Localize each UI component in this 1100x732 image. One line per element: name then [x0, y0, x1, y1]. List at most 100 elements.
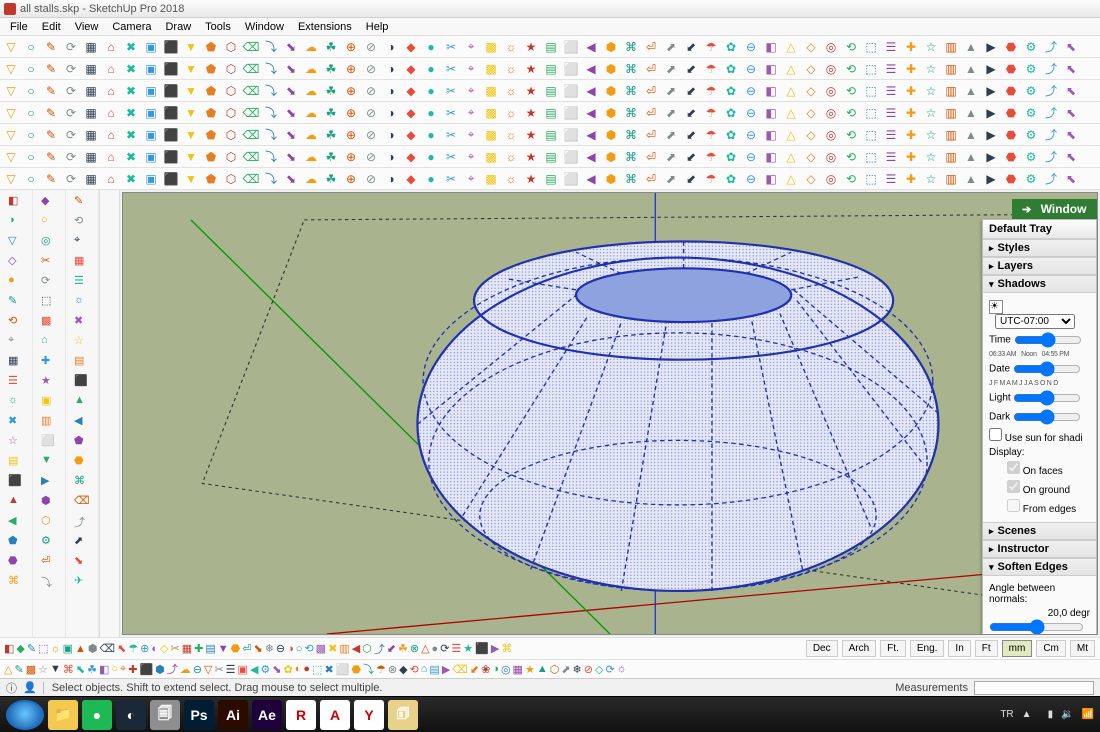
taskbar-app-aftereffects[interactable]: Ae: [252, 700, 282, 730]
toolbar-button[interactable]: ⊖: [742, 60, 760, 78]
toolbar-button[interactable]: ◆: [402, 126, 420, 144]
taskbar-app-yandex[interactable]: Y: [354, 700, 384, 730]
toolbar-button[interactable]: ⬜: [336, 663, 350, 676]
toolbar-button[interactable]: ✎: [42, 148, 60, 166]
toolbar-button[interactable]: ⌖: [462, 104, 480, 122]
tool-button[interactable]: ⬚: [41, 294, 57, 310]
toolbar-button[interactable]: ▲: [962, 60, 980, 78]
toolbar-button[interactable]: ☰: [882, 38, 900, 56]
taskbar-app-app[interactable]: 🗐: [150, 700, 180, 730]
toolbar-button[interactable]: ☂: [702, 170, 720, 188]
toolbar-button[interactable]: ◇: [802, 126, 820, 144]
toolbar-button[interactable]: ⌂: [102, 38, 120, 56]
tool-button[interactable]: ✈: [74, 574, 90, 590]
toolbar-button[interactable]: ▣: [142, 126, 160, 144]
toolbar-button[interactable]: ◀: [352, 642, 360, 655]
toolbar-button[interactable]: ⌘: [622, 38, 640, 56]
toolbar-button[interactable]: ⬛: [162, 170, 180, 188]
toolbar-button[interactable]: ☰: [882, 170, 900, 188]
toolbar-button[interactable]: ⬛: [162, 82, 180, 100]
tool-button[interactable]: ☰: [74, 274, 90, 290]
tray-section-scenes[interactable]: Scenes: [983, 522, 1096, 540]
toolbar-button[interactable]: △: [782, 104, 800, 122]
toolbar-button[interactable]: ▥: [942, 126, 960, 144]
unit-cm[interactable]: Cm: [1036, 640, 1066, 657]
toolbar-button[interactable]: ✿: [722, 38, 740, 56]
toolbar-button[interactable]: ⬛: [162, 126, 180, 144]
taskbar-app-revit[interactable]: R: [286, 700, 316, 730]
toolbar-button[interactable]: ⬋: [682, 148, 700, 166]
toolbar-button[interactable]: ⬚: [862, 126, 880, 144]
toolbar-button[interactable]: ⬢: [602, 60, 620, 78]
toolbar-button[interactable]: △: [782, 82, 800, 100]
toolbar-button[interactable]: ✂: [442, 82, 460, 100]
toolbar-button[interactable]: ⟲: [842, 148, 860, 166]
tool-button[interactable]: ▤: [8, 454, 24, 470]
toolbar-button[interactable]: ⬜: [562, 38, 580, 56]
toolbar-button[interactable]: ◇: [802, 148, 820, 166]
tool-button[interactable]: ⌂: [41, 334, 57, 350]
tool-button[interactable]: ▲: [74, 394, 90, 410]
toolbar-button[interactable]: ✎: [42, 104, 60, 122]
toolbar-button[interactable]: ▩: [26, 663, 36, 676]
taskbar-app-notes[interactable]: 🗊: [388, 700, 418, 730]
toolbar-button[interactable]: ⬊: [282, 126, 300, 144]
tool-button[interactable]: ✖: [8, 414, 24, 430]
toolbar-button[interactable]: ◎: [822, 82, 840, 100]
toolbar-button[interactable]: ✚: [902, 82, 920, 100]
toolbar-button[interactable]: ✚: [902, 126, 920, 144]
toolbar-button[interactable]: ⬋: [682, 104, 700, 122]
tool-button[interactable]: ⌖: [8, 334, 24, 350]
toolbar-button[interactable]: ⌫: [452, 663, 468, 676]
toolbar-button[interactable]: ⊘: [362, 170, 380, 188]
toolbar-button[interactable]: ✂: [442, 38, 460, 56]
toolbar-button[interactable]: ✖: [122, 170, 140, 188]
toolbar-button[interactable]: ⌫: [242, 60, 260, 78]
toolbar-button[interactable]: ☁: [302, 104, 320, 122]
toolbar-button[interactable]: ☘: [322, 126, 340, 144]
toolbar-button[interactable]: ⬚: [862, 60, 880, 78]
toolbar-button[interactable]: ⌘: [622, 104, 640, 122]
toolbar-button[interactable]: ⤴: [1042, 82, 1060, 100]
toolbar-button[interactable]: ☰: [882, 148, 900, 166]
tray-section-layers[interactable]: Layers: [983, 257, 1096, 275]
toolbar-button[interactable]: ⌫: [100, 642, 116, 655]
toolbar-button[interactable]: ◧: [762, 38, 780, 56]
toolbar-button[interactable]: ✎: [42, 82, 60, 100]
toolbar-button[interactable]: ▥: [339, 642, 349, 655]
toolbar-button[interactable]: ⏎: [642, 104, 660, 122]
toolbar-button[interactable]: ⌂: [102, 126, 120, 144]
toolbar-button[interactable]: ⊖: [276, 642, 285, 655]
toolbar-button[interactable]: ⊖: [742, 82, 760, 100]
toolbar-button[interactable]: △: [782, 60, 800, 78]
toolbar-button[interactable]: ▲: [962, 104, 980, 122]
toolbar-button[interactable]: ▩: [482, 170, 500, 188]
toolbar-button[interactable]: ⊕: [342, 104, 360, 122]
toolbar-button[interactable]: ⬚: [862, 148, 880, 166]
toolbar-button[interactable]: ⬡: [222, 148, 240, 166]
toolbar-button[interactable]: ⤴: [1042, 148, 1060, 166]
toolbar-button[interactable]: ⌂: [102, 148, 120, 166]
toolbar-button[interactable]: ✂: [171, 642, 180, 655]
toolbar-button[interactable]: ▥: [942, 82, 960, 100]
tool-button[interactable]: ◀: [8, 514, 24, 530]
toolbar-button[interactable]: ★: [522, 38, 540, 56]
toolbar-button[interactable]: ◇: [802, 60, 820, 78]
toolbar-button[interactable]: ▦: [82, 170, 100, 188]
from-edges-checkbox[interactable]: [1007, 499, 1020, 512]
toolbar-button[interactable]: ⟲: [842, 82, 860, 100]
tool-button[interactable]: ⬟: [74, 434, 90, 450]
toolbar-button[interactable]: ⬢: [602, 82, 620, 100]
toolbar-button[interactable]: ⬣: [1002, 60, 1020, 78]
toolbar-button[interactable]: ▶: [491, 642, 499, 655]
toolbar-button[interactable]: ★: [522, 82, 540, 100]
toolbar-button[interactable]: ▼: [50, 663, 61, 675]
toolbar-button[interactable]: ⬚: [38, 642, 48, 655]
toolbar-button[interactable]: ◀: [582, 126, 600, 144]
toolbar-button[interactable]: ☰: [882, 82, 900, 100]
unit-arch[interactable]: Arch: [842, 640, 877, 657]
toolbar-button[interactable]: ▣: [142, 38, 160, 56]
toolbar-button[interactable]: ☆: [922, 82, 940, 100]
toolbar-button[interactable]: ▼: [182, 148, 200, 166]
toolbar-button[interactable]: ✖: [122, 38, 140, 56]
